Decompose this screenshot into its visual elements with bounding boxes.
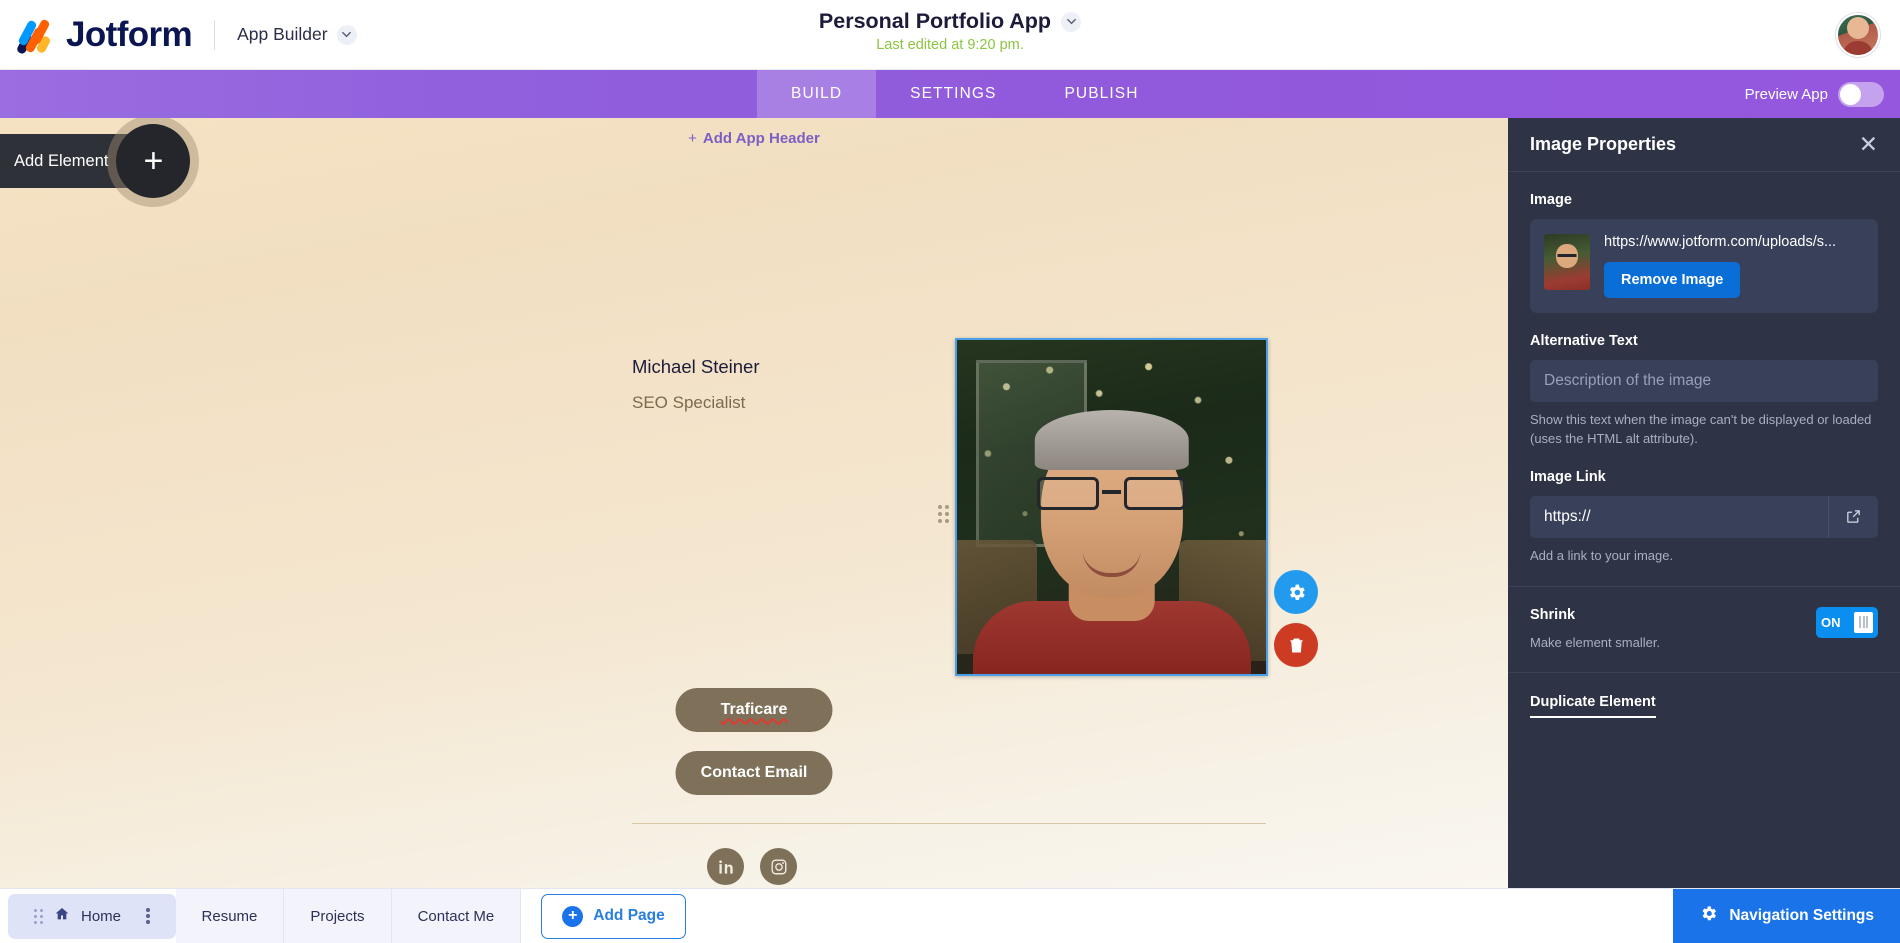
- plus-icon[interactable]: +: [116, 124, 191, 198]
- drag-dots-icon[interactable]: [34, 908, 43, 924]
- close-icon[interactable]: ✕: [1859, 133, 1878, 156]
- plus-circle-icon: +: [562, 905, 584, 927]
- gear-icon[interactable]: [1274, 570, 1318, 614]
- canvas-divider: [632, 823, 1266, 824]
- cta-button-contact-email[interactable]: Contact Email: [675, 751, 833, 795]
- brand-logo[interactable]: Jotform: [0, 14, 193, 55]
- image-action-buttons: [1274, 570, 1318, 667]
- image-thumbnail: [1544, 234, 1590, 290]
- duplicate-element-button[interactable]: Duplicate Element: [1530, 694, 1656, 719]
- gear-icon: [1699, 904, 1718, 928]
- tab-settings[interactable]: SETTINGS: [876, 70, 1030, 118]
- image-card: https://www.jotform.com/uploads/s... Rem…: [1530, 219, 1878, 313]
- page-tabs-bar: Home Resume Projects Contact Me + Add Pa…: [0, 888, 1900, 943]
- alt-text-input[interactable]: [1530, 360, 1878, 402]
- add-app-header-plus-icon: +: [688, 130, 697, 147]
- image-link-help: Add a link to your image.: [1530, 547, 1674, 563]
- portfolio-person-role: SEO Specialist: [632, 393, 746, 412]
- page-tab-home-menu-icon[interactable]: [146, 908, 150, 924]
- add-page-button[interactable]: + Add Page: [541, 893, 686, 939]
- portfolio-image-element[interactable]: [955, 338, 1268, 676]
- chevron-down-icon[interactable]: [336, 24, 357, 45]
- jotform-logo-icon: [15, 17, 58, 55]
- cta-button-traficare-label: Traficare: [720, 701, 788, 718]
- remove-image-button[interactable]: Remove Image: [1604, 262, 1741, 298]
- app-title-chevron-down-icon[interactable]: [1061, 11, 1082, 32]
- portfolio-person-name: Michael Steiner: [632, 356, 760, 377]
- page-tab-resume-label: Resume: [201, 907, 258, 925]
- social-links: [0, 848, 1506, 885]
- top-header-bar: Jotform App Builder Personal Portfolio A…: [0, 0, 1900, 70]
- image-properties-panel: Image Properties ✕ Image https://www.jot…: [1508, 118, 1900, 943]
- preview-app-control: Preview App: [1745, 70, 1884, 118]
- alt-text-label: Alternative Text: [1530, 333, 1638, 349]
- home-icon: [54, 906, 70, 926]
- product-menu[interactable]: App Builder: [237, 24, 357, 45]
- account-menu[interactable]: [1836, 12, 1900, 57]
- app-canvas: + Add App Header Add Element + Michael St…: [0, 118, 1508, 888]
- external-link-icon[interactable]: [1828, 495, 1878, 538]
- page-title: Personal Portfolio App: [818, 9, 1052, 33]
- shrink-toggle-knob: [1854, 611, 1873, 633]
- avatar[interactable]: [1836, 12, 1880, 57]
- tab-publish[interactable]: PUBLISH: [1030, 70, 1172, 118]
- portrait-photo: [957, 340, 1266, 674]
- cta-button-traficare[interactable]: Traficare: [675, 688, 833, 732]
- navigation-settings-label: Navigation Settings: [1729, 907, 1874, 924]
- page-tab-resume[interactable]: Resume: [175, 888, 285, 943]
- image-section-label: Image: [1530, 192, 1572, 208]
- linkedin-icon[interactable]: [707, 848, 744, 885]
- image-link-section: Image Link Add a link to your image.: [1508, 449, 1900, 566]
- properties-panel-title: Image Properties: [1530, 134, 1677, 154]
- alt-text-section: Alternative Text Show this text when the…: [1508, 313, 1900, 449]
- page-tabs: Home Resume Projects Contact Me: [0, 888, 522, 943]
- page-tab-home-label: Home: [81, 907, 122, 925]
- page-tab-contact-me[interactable]: Contact Me: [391, 888, 522, 943]
- header-divider: [214, 19, 216, 50]
- shrink-toggle-state: ON: [1821, 614, 1841, 630]
- page-tab-home[interactable]: Home: [8, 893, 176, 939]
- image-link-row: [1530, 495, 1878, 538]
- tab-build[interactable]: BUILD: [757, 70, 877, 118]
- properties-panel-header: Image Properties ✕: [1508, 118, 1900, 172]
- drag-dots-icon[interactable]: [938, 503, 952, 525]
- preview-app-toggle[interactable]: [1838, 81, 1884, 107]
- shrink-section: Shrink Make element smaller. ON: [1508, 587, 1900, 653]
- image-url-text: https://www.jotform.com/uploads/s...: [1604, 234, 1837, 250]
- alt-text-help: Show this text when the image can't be d…: [1530, 412, 1872, 446]
- page-tab-projects[interactable]: Projects: [284, 888, 392, 943]
- trash-icon[interactable]: [1274, 623, 1318, 667]
- shrink-toggle[interactable]: ON: [1816, 606, 1878, 638]
- add-app-header-button[interactable]: + Add App Header: [0, 130, 1508, 147]
- product-menu-label: App Builder: [237, 24, 328, 44]
- duplicate-element-section: Duplicate Element: [1508, 673, 1900, 719]
- instagram-icon[interactable]: [760, 848, 797, 885]
- image-link-label: Image Link: [1530, 468, 1606, 485]
- page-tab-contact-me-label: Contact Me: [417, 907, 495, 925]
- navigation-settings-button[interactable]: Navigation Settings: [1673, 888, 1900, 943]
- mode-nav-bar: BUILD SETTINGS PUBLISH Preview App: [0, 70, 1900, 118]
- add-app-header-label: Add App Header: [702, 130, 820, 147]
- app-root: Jotform App Builder Personal Portfolio A…: [0, 0, 1900, 943]
- add-element-widget[interactable]: Add Element +: [0, 124, 191, 198]
- image-link-input[interactable]: [1530, 495, 1828, 538]
- shrink-help: Make element smaller.: [1530, 634, 1661, 650]
- preview-app-label: Preview App: [1744, 85, 1828, 103]
- brand-name: Jotform: [66, 14, 193, 54]
- page-tab-projects-label: Projects: [310, 907, 365, 925]
- image-section: Image https://www.jotform.com/uploads/s.…: [1508, 172, 1900, 313]
- last-edited-status: Last edited at 9:20 pm.: [876, 37, 1024, 53]
- shrink-label: Shrink: [1530, 606, 1576, 623]
- mode-tabs: BUILD SETTINGS PUBLISH: [757, 70, 1173, 118]
- cta-button-contact-email-label: Contact Email: [700, 764, 808, 781]
- add-page-label: Add Page: [593, 907, 665, 924]
